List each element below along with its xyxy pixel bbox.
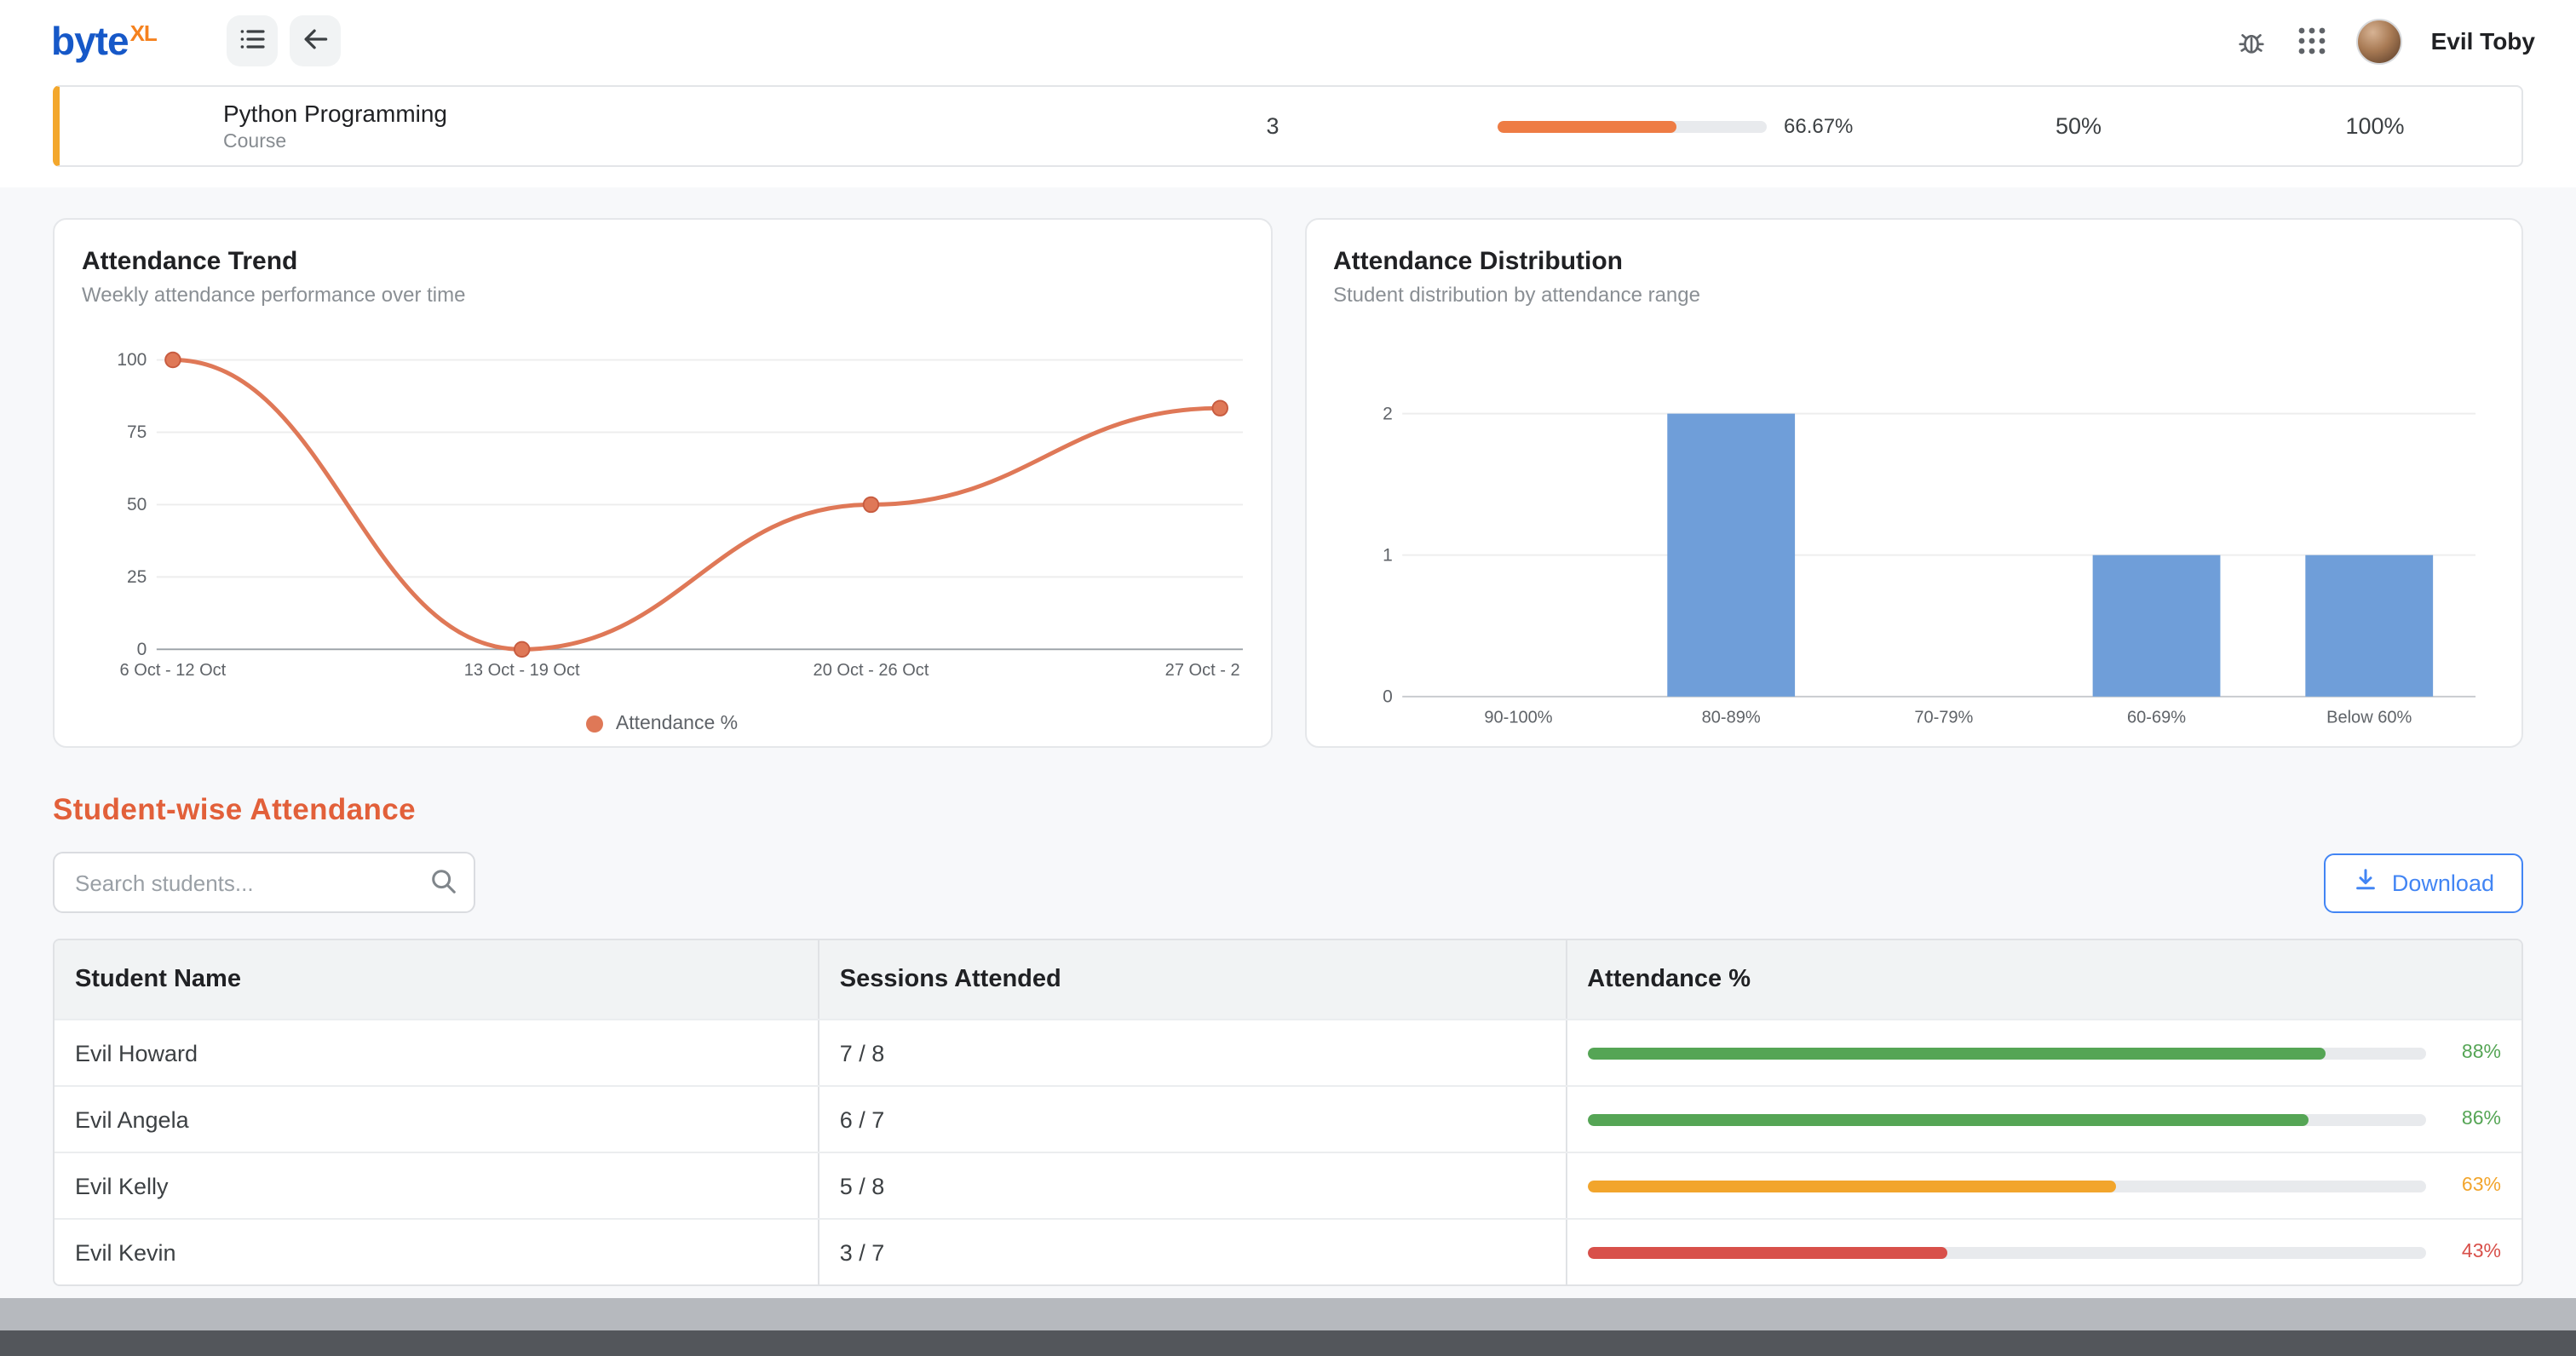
- attendance-bar-fill: [1587, 1180, 2115, 1192]
- svg-text:25: 25: [127, 567, 147, 587]
- attendance-bar-track: [1587, 1246, 2426, 1258]
- attendance-bar-fill: [1587, 1047, 2326, 1059]
- trend-legend: Attendance %: [82, 715, 1243, 735]
- table-row: Evil Angela 6 / 7 86%: [55, 1085, 2521, 1152]
- table-header-row: Student Name Sessions Attended Attendanc…: [55, 940, 2521, 1019]
- svg-text:13 Oct - 19 Oct: 13 Oct - 19 Oct: [464, 661, 580, 680]
- table-row: Evil Kevin 3 / 7 43%: [55, 1218, 2521, 1284]
- attendance-pct-label: 43%: [2447, 1242, 2501, 1262]
- attendance-cell: 43%: [1567, 1220, 2521, 1284]
- distribution-title: Attendance Distribution: [1333, 247, 2494, 276]
- course-progress-fill: [1498, 120, 1677, 132]
- svg-text:50: 50: [127, 495, 147, 514]
- sessions-attended: 5 / 8: [819, 1153, 1567, 1218]
- search-box: [53, 852, 475, 913]
- svg-text:Below 60%: Below 60%: [2326, 708, 2411, 727]
- back-arrow-icon: [300, 23, 331, 59]
- svg-text:60-69%: 60-69%: [2126, 708, 2185, 727]
- attendance-bar-track: [1587, 1047, 2426, 1059]
- students-table-body: Evil Howard 7 / 8 88% Evil Angela 6 / 7 …: [55, 1019, 2521, 1284]
- trend-subtitle: Weekly attendance performance over time: [82, 283, 1243, 307]
- svg-text:70-79%: 70-79%: [1913, 708, 1972, 727]
- svg-text:27 Oct - 2 Nov: 27 Oct - 2 Nov: [1165, 661, 1243, 680]
- attendance-bar-fill: [1587, 1246, 1947, 1258]
- attendance-cell: 63%: [1567, 1153, 2521, 1218]
- bottom-band-dark: [0, 1330, 2576, 1356]
- top-bar: byteXL: [0, 0, 2576, 82]
- header-actions: Evil Toby: [2235, 18, 2535, 64]
- distribution-subtitle: Student distribution by attendance range: [1333, 283, 2494, 307]
- svg-text:80-89%: 80-89%: [1701, 708, 1760, 727]
- attendance-bar-track: [1587, 1113, 2426, 1125]
- attendance-pct-label: 86%: [2447, 1109, 2501, 1129]
- student-name: Evil Angela: [55, 1087, 819, 1152]
- back-button[interactable]: [290, 15, 341, 66]
- attendance-distribution-card: Attendance Distribution Student distribu…: [1304, 218, 2523, 748]
- course-info: Python Programming Course: [223, 100, 447, 152]
- attendance-cell: 86%: [1567, 1087, 2521, 1152]
- logo-suffix: XL: [130, 20, 157, 45]
- students-table: Student Name Sessions Attended Attendanc…: [53, 939, 2523, 1286]
- logo-text: byte: [51, 18, 129, 62]
- attendance-bar-track: [1587, 1180, 2426, 1192]
- course-row[interactable]: Python Programming Course 3 66.67% 50% 1…: [53, 85, 2523, 167]
- bottom-band-light: [0, 1298, 2576, 1330]
- course-summary-section: Python Programming Course 3 66.67% 50% 1…: [0, 82, 2576, 187]
- bytexl-logo[interactable]: byteXL: [51, 21, 155, 60]
- course-progress-bar: [1498, 120, 1767, 132]
- header-sessions-attended: Sessions Attended: [819, 940, 1567, 1019]
- svg-text:100: 100: [117, 350, 147, 370]
- attendance-distribution-chart: 0 1 2 90-100% 80-89% 70-79% 60-69% Below 60%: [1333, 371, 2494, 738]
- course-progress-label: 66.67%: [1784, 114, 1853, 138]
- attendance-trend-card: Attendance Trend Weekly attendance perfo…: [53, 218, 1272, 748]
- header-student-name: Student Name: [55, 940, 819, 1019]
- svg-text:90-100%: 90-100%: [1483, 708, 1551, 727]
- table-row: Evil Howard 7 / 8 88%: [55, 1019, 2521, 1085]
- course-progress: 66.67%: [1498, 114, 1853, 138]
- svg-text:20 Oct - 26 Oct: 20 Oct - 26 Oct: [814, 661, 929, 680]
- student-name: Evil Kevin: [55, 1220, 819, 1284]
- svg-text:1: 1: [1382, 545, 1392, 565]
- download-label: Download: [2392, 870, 2494, 895]
- students-section: Student-wise Attendance Download: [0, 748, 2576, 1286]
- sessions-attended: 7 / 8: [819, 1020, 1567, 1085]
- bug-report-icon[interactable]: [2235, 25, 2268, 57]
- attendance-trend-chart: 0 25 50 75 100 6 Oct - 12 Oct 13 Oct - 19 Oct 2…: [82, 334, 1243, 715]
- attendance-dashboard: byteXL: [0, 0, 2576, 1356]
- download-button[interactable]: Download: [2324, 853, 2523, 912]
- report-list-button[interactable]: [227, 15, 278, 66]
- course-subtitle: Course: [223, 132, 447, 152]
- svg-text:6 Oct - 12 Oct: 6 Oct - 12 Oct: [120, 661, 227, 680]
- course-title: Python Programming: [223, 100, 447, 127]
- attendance-bar-fill: [1587, 1113, 2309, 1125]
- svg-text:0: 0: [137, 640, 147, 659]
- legend-dot: [587, 716, 604, 733]
- course-value-3: 100%: [2315, 113, 2435, 139]
- trend-title: Attendance Trend: [82, 247, 1243, 276]
- svg-text:75: 75: [127, 422, 147, 442]
- search-input[interactable]: [53, 852, 475, 913]
- attendance-pct-label: 63%: [2447, 1175, 2501, 1196]
- section-title: Student-wise Attendance: [53, 792, 2523, 828]
- header-attendance-pct: Attendance %: [1567, 940, 2521, 1019]
- svg-text:0: 0: [1382, 687, 1392, 706]
- list-icon: [239, 25, 266, 57]
- download-icon: [2353, 867, 2378, 898]
- course-value-2: 50%: [2019, 113, 2138, 139]
- attendance-pct-label: 88%: [2447, 1043, 2501, 1063]
- charts-section: Attendance Trend Weekly attendance perfo…: [0, 187, 2576, 748]
- apps-grid-icon[interactable]: [2297, 26, 2327, 56]
- student-name: Evil Kelly: [55, 1153, 819, 1218]
- legend-label: Attendance %: [616, 715, 738, 735]
- avatar[interactable]: [2356, 18, 2402, 64]
- student-name: Evil Howard: [55, 1020, 819, 1085]
- sessions-attended: 3 / 7: [819, 1220, 1567, 1284]
- sessions-attended: 6 / 7: [819, 1087, 1567, 1152]
- table-row: Evil Kelly 5 / 8 63%: [55, 1152, 2521, 1218]
- course-sessions-count: 3: [1235, 113, 1310, 139]
- attendance-cell: 88%: [1567, 1020, 2521, 1085]
- user-name[interactable]: Evil Toby: [2431, 27, 2535, 55]
- svg-text:2: 2: [1382, 404, 1392, 423]
- students-toolbar: Download: [53, 852, 2523, 913]
